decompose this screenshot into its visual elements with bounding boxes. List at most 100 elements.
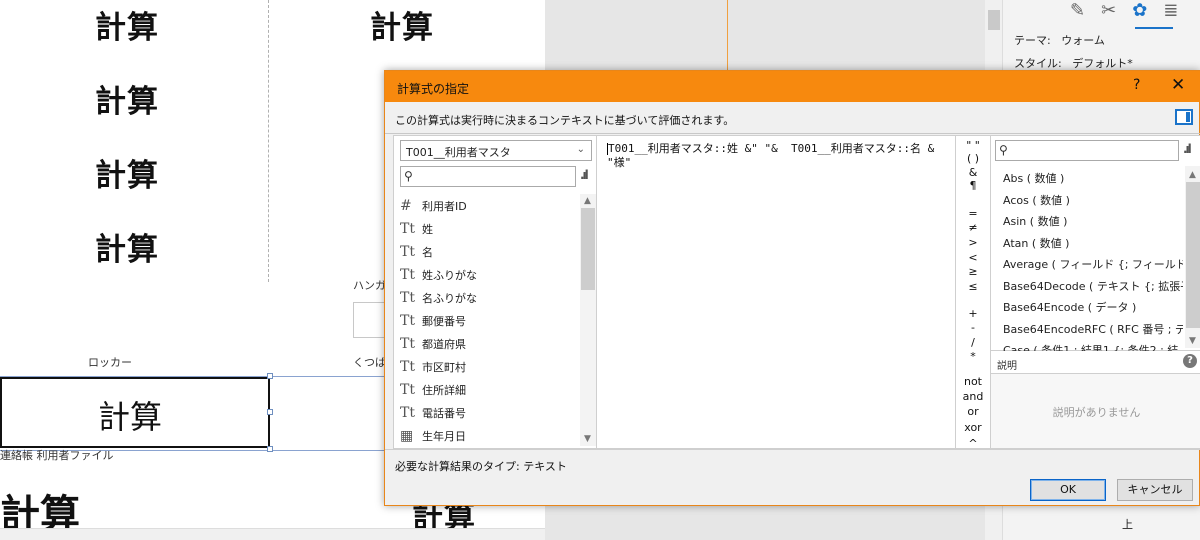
field-item-label: 電話番号: [422, 406, 466, 420]
resize-handle[interactable]: [267, 446, 273, 452]
field-item[interactable]: Tt 姓: [400, 217, 578, 240]
operator-button[interactable]: =: [956, 208, 990, 220]
date-field-icon: ▦: [400, 427, 414, 444]
operator-button[interactable]: >: [956, 237, 990, 249]
toggle-panel-icon[interactable]: [1175, 109, 1193, 125]
close-button[interactable]: ✕: [1171, 75, 1185, 95]
field-item-label: 利用者ID: [422, 199, 467, 213]
operator-button[interactable]: -: [956, 322, 990, 334]
calc-field[interactable]: 計算: [95, 224, 159, 269]
help-icon[interactable]: ?: [1183, 354, 1197, 368]
ok-button[interactable]: OK: [1030, 479, 1106, 501]
chevron-down-icon: ⌄: [576, 144, 585, 155]
field-search-input[interactable]: ⚲: [400, 166, 576, 187]
field-item[interactable]: Tt 電話番号: [400, 401, 578, 424]
specify-calculation-dialog: 計算式の指定 ? ✕ この計算式は実行時に決まるコンテキストに基づいて評価されま…: [384, 70, 1200, 506]
field-item[interactable]: Tt 住所詳細: [400, 378, 578, 401]
sort-icon[interactable]: .ıl: [580, 168, 589, 182]
field-item[interactable]: Tt 名ふりがな: [400, 286, 578, 309]
field-item[interactable]: # 利用者ID: [400, 194, 578, 217]
operator-button[interactable]: ≠: [956, 222, 990, 234]
scrollbar-thumb[interactable]: [1186, 182, 1200, 328]
operator-button[interactable]: ≤: [956, 281, 990, 293]
operator-button[interactable]: not: [956, 376, 990, 388]
horizontal-scrollbar[interactable]: [0, 528, 545, 540]
function-item[interactable]: Base64Decode ( テキスト {; 拡張子...: [1003, 278, 1183, 300]
operator-button[interactable]: &: [956, 167, 990, 179]
formula-text: T001__利用者マスタ::姓 &" "& T001__利用者マスタ::名 & …: [607, 142, 941, 169]
theme-label: テーマ:: [1014, 34, 1051, 47]
sort-icon[interactable]: .ıl: [1183, 142, 1192, 156]
function-list: Abs ( 数値 ) Acos ( 数値 ) Asin ( 数値 ) Atan ( 数…: [1003, 170, 1183, 364]
function-item[interactable]: Abs ( 数値 ): [1003, 170, 1183, 192]
layout-guide-line: [727, 0, 728, 70]
field-item[interactable]: Tt 都道府県: [400, 332, 578, 355]
scroll-up-icon[interactable]: ▲: [1189, 170, 1196, 180]
theme-value[interactable]: ウォーム: [1061, 34, 1105, 47]
calc-field[interactable]: 計算: [370, 2, 434, 47]
field-label-locker: ロッカー: [88, 356, 132, 369]
operator-button[interactable]: ( ): [956, 153, 990, 165]
function-item[interactable]: Average ( フィールド {; フィールド...} ): [1003, 256, 1183, 278]
field-label-hanger: ハンガ: [353, 279, 386, 292]
function-item[interactable]: Base64EncodeRFC ( RFC 番号 ; デ...: [1003, 321, 1183, 343]
theme-row: テーマ: ウォーム: [1014, 32, 1105, 48]
database-icon[interactable]: ≣: [1163, 0, 1178, 21]
inspector-tabs: ✎ ✂ ✿ ≣: [1070, 0, 1178, 21]
dialog-titlebar[interactable]: 計算式の指定 ? ✕: [385, 71, 1200, 102]
operator-button[interactable]: or: [956, 406, 990, 418]
field-item[interactable]: Tt 市区町村: [400, 355, 578, 378]
help-button[interactable]: ?: [1133, 77, 1140, 93]
field-item[interactable]: Tt 郵便番号: [400, 309, 578, 332]
calc-field[interactable]: 計算: [95, 150, 159, 195]
operator-button[interactable]: xor: [956, 422, 990, 434]
text-field-icon: Tt: [400, 289, 415, 306]
text-field-icon: Tt: [400, 243, 415, 260]
operator-button[interactable]: and: [956, 391, 990, 403]
operator-button[interactable]: <: [956, 252, 990, 264]
ruler-icon[interactable]: ✎: [1070, 0, 1085, 21]
function-item[interactable]: Atan ( 数値 ): [1003, 235, 1183, 257]
operator-button[interactable]: +: [956, 308, 990, 320]
scroll-up-icon[interactable]: ▲: [584, 196, 591, 206]
function-item[interactable]: Acos ( 数値 ): [1003, 192, 1183, 214]
field-item-label: 名ふりがな: [422, 291, 477, 305]
operator-button[interactable]: ≥: [956, 266, 990, 278]
text-field-icon: Tt: [400, 220, 415, 237]
field-item-label: 住所詳細: [422, 383, 466, 397]
function-item[interactable]: Base64Encode ( データ ): [1003, 299, 1183, 321]
tools-icon[interactable]: ✂: [1101, 0, 1116, 21]
palette-icon[interactable]: ✿: [1132, 0, 1147, 21]
operator-button[interactable]: ¶: [956, 180, 990, 192]
scroll-down-icon[interactable]: ▼: [584, 434, 591, 444]
style-label: スタイル:: [1014, 57, 1062, 70]
field-label-shoes: くつば: [353, 356, 386, 369]
resize-handle[interactable]: [267, 409, 273, 415]
style-value[interactable]: デフォルト*: [1072, 57, 1133, 70]
function-search-input[interactable]: ⚲: [995, 140, 1179, 161]
calc-field[interactable]: 計算: [95, 76, 159, 121]
field-item[interactable]: Tt 姓ふりがな: [400, 263, 578, 286]
dialog-description: この計算式は実行時に決まるコンテキストに基づいて評価されます。: [395, 114, 735, 127]
field-item-label: 姓ふりがな: [422, 268, 477, 282]
dialog-title: 計算式の指定: [397, 82, 470, 96]
field-item[interactable]: Tt 名: [400, 240, 578, 263]
operator-button[interactable]: /: [956, 337, 990, 349]
text-field-icon: Tt: [400, 266, 415, 283]
table-select[interactable]: T001__利用者マスタ ⌄: [400, 140, 592, 161]
text-field-icon: Tt: [400, 335, 415, 352]
cancel-button[interactable]: キャンセル: [1117, 479, 1193, 501]
scrollbar-thumb[interactable]: [581, 208, 595, 290]
functions-panel: ⚲ .ıl Abs ( 数値 ) Acos ( 数値 ) Asin ( 数値 ) At…: [990, 135, 1200, 357]
function-item[interactable]: Asin ( 数値 ): [1003, 213, 1183, 235]
field-item-label: 生年月日: [422, 429, 466, 443]
description-title: 説明: [997, 361, 1017, 372]
scroll-down-icon[interactable]: ▼: [1189, 336, 1196, 346]
field-item[interactable]: ▦ 生年月日: [400, 424, 578, 447]
scrollbar-thumb[interactable]: [988, 10, 1000, 30]
operator-button[interactable]: " ": [956, 140, 990, 152]
operator-button[interactable]: *: [956, 351, 990, 363]
resize-handle[interactable]: [267, 373, 273, 379]
formula-editor[interactable]: T001__利用者マスタ::姓 &" "& T001__利用者マスタ::名 & …: [596, 135, 956, 449]
calc-field[interactable]: 計算: [95, 2, 159, 47]
